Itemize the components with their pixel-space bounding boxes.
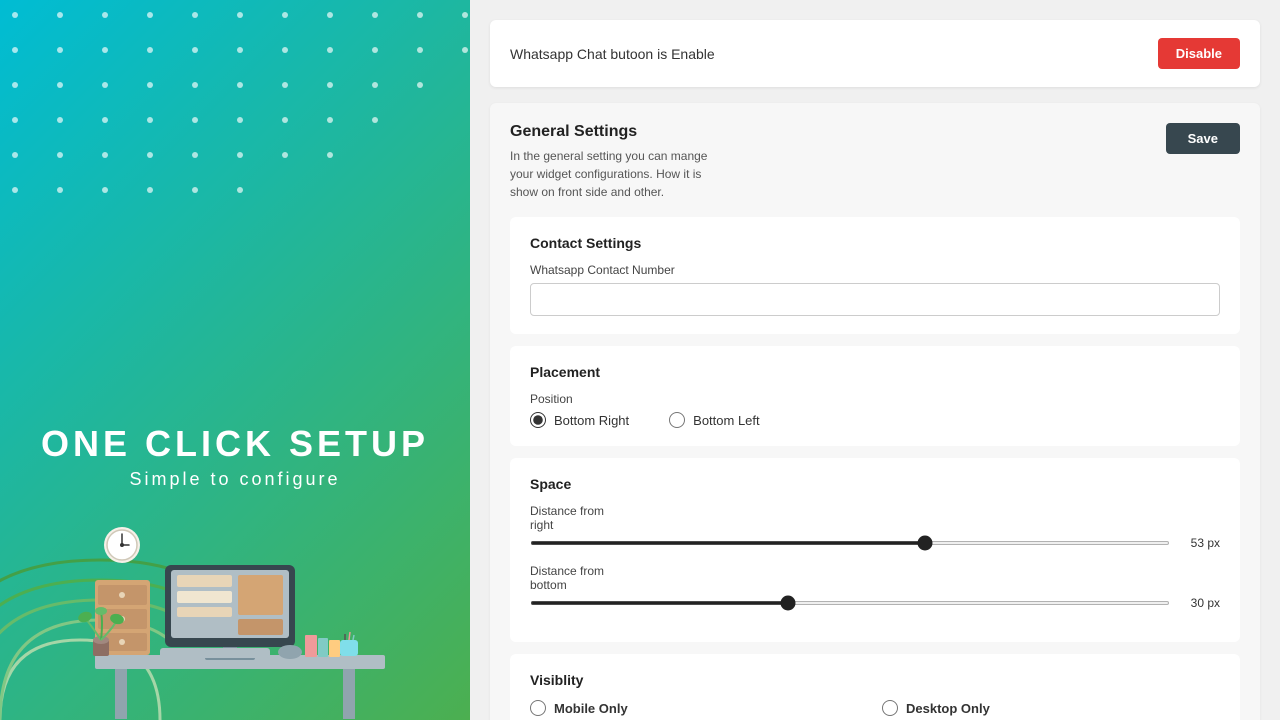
settings-header: General Settings In the general setting … <box>510 123 1240 201</box>
distance-right-value: 53 px <box>1180 536 1220 550</box>
left-panel: ONE CLICK SETUP Simple to configure <box>0 0 470 720</box>
position-bottom-left-radio[interactable] <box>669 412 685 428</box>
whatsapp-contact-input[interactable] <box>530 283 1220 316</box>
visibility-desktop-label: Desktop Only <box>906 701 990 716</box>
placement-title: Placement <box>530 364 1220 380</box>
position-bottom-right-radio[interactable] <box>530 412 546 428</box>
desk-illustration <box>65 500 405 720</box>
contact-field-label: Whatsapp Contact Number <box>530 263 1220 277</box>
visibility-mobile-header: Mobile Only <box>530 700 868 716</box>
position-bottom-left[interactable]: Bottom Left <box>669 412 759 428</box>
distance-bottom-label: Distance frombottom <box>530 564 1220 592</box>
distance-bottom-control: 30 px <box>530 596 1220 610</box>
distance-right-slider[interactable] <box>530 541 1170 545</box>
settings-description: In the general setting you can mange you… <box>510 147 710 201</box>
visibility-mobile-label: Mobile Only <box>554 701 628 716</box>
distance-right-label: Distance fromright <box>530 504 1220 532</box>
settings-title: General Settings <box>510 123 710 141</box>
visibility-desktop-header: Desktop Only <box>882 700 1220 716</box>
save-button[interactable]: Save <box>1166 123 1240 154</box>
distance-bottom-value: 30 px <box>1180 596 1220 610</box>
settings-header-left: General Settings In the general setting … <box>510 123 710 201</box>
position-radio-group: Bottom Right Bottom Left <box>530 412 1220 428</box>
position-label: Position <box>530 392 1220 406</box>
distance-bottom-slider[interactable] <box>530 601 1170 605</box>
right-panel: Whatsapp Chat butoon is Enable Disable G… <box>470 0 1280 720</box>
distance-right-row: Distance fromright 53 px <box>530 504 1220 550</box>
visibility-mobile-radio[interactable] <box>530 700 546 716</box>
position-bottom-right-label: Bottom Right <box>554 413 629 428</box>
contact-section-title: Contact Settings <box>530 235 1220 251</box>
position-bottom-right[interactable]: Bottom Right <box>530 412 629 428</box>
position-bottom-left-label: Bottom Left <box>693 413 759 428</box>
placement-section: Placement Position Bottom Right Bottom L… <box>510 346 1240 446</box>
visibility-section: Visiblity Mobile Only Show chat butoon o… <box>510 654 1240 720</box>
visibility-desktop-radio[interactable] <box>882 700 898 716</box>
status-message: Whatsapp Chat butoon is Enable <box>510 46 715 62</box>
status-bar: Whatsapp Chat butoon is Enable Disable <box>490 20 1260 87</box>
visibility-grid: Mobile Only Show chat butoon on mobile d… <box>530 700 1220 720</box>
visibility-title: Visiblity <box>530 672 1220 688</box>
space-section: Space Distance fromright 53 px Distance … <box>510 458 1240 642</box>
dots-decoration <box>0 0 470 220</box>
distance-bottom-row: Distance frombottom 30 px <box>530 564 1220 610</box>
settings-card: General Settings In the general setting … <box>490 103 1260 720</box>
headline: ONE CLICK SETUP <box>41 423 429 465</box>
distance-right-control: 53 px <box>530 536 1220 550</box>
left-headline-group: ONE CLICK SETUP Simple to configure <box>41 423 429 490</box>
contact-settings-section: Contact Settings Whatsapp Contact Number <box>510 217 1240 334</box>
visibility-desktop-only: Desktop Only Show chat butoon on desktop… <box>882 700 1220 720</box>
space-title: Space <box>530 476 1220 492</box>
visibility-mobile-only: Mobile Only Show chat butoon on mobile d… <box>530 700 868 720</box>
subheadline: Simple to configure <box>41 469 429 490</box>
disable-button[interactable]: Disable <box>1158 38 1240 69</box>
